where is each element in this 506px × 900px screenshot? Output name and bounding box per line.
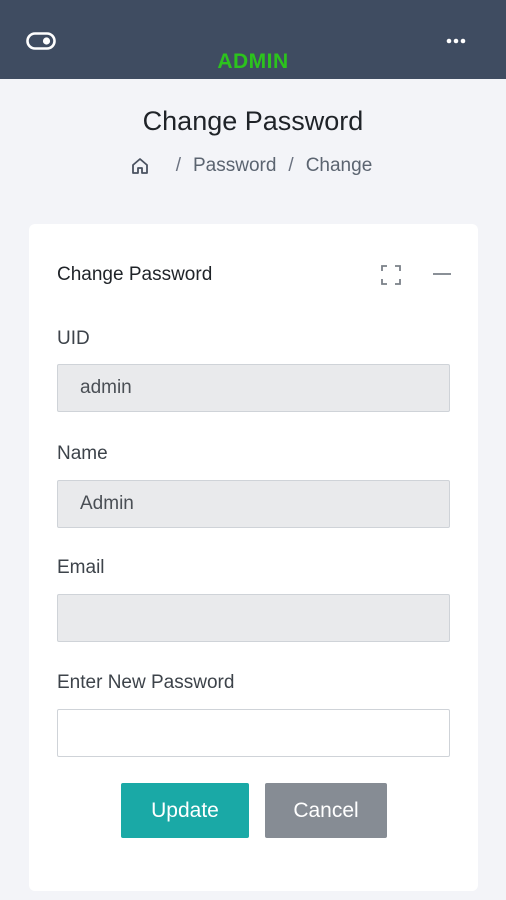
new-password-label: Enter New Password (57, 672, 235, 693)
breadcrumb-separator: / (175, 155, 181, 176)
new-password-field[interactable] (57, 709, 450, 757)
breadcrumb-item-change: Change (305, 155, 373, 176)
email-field (57, 594, 450, 642)
more-horizontal-icon[interactable] (446, 36, 466, 46)
top-bar: ADMIN (0, 0, 506, 79)
cancel-button[interactable]: Cancel (265, 783, 387, 838)
breadcrumb-separator: / (288, 155, 294, 176)
brand-logo-text: ADMIN (217, 50, 289, 73)
page-title: Change Password (142, 106, 364, 136)
minus-icon[interactable] (432, 271, 452, 277)
breadcrumb-item-password[interactable]: Password (193, 155, 276, 177)
home-icon[interactable] (130, 156, 150, 176)
uid-label: UID (57, 328, 90, 349)
change-password-card: Change Password UID Name Email Enter New… (29, 224, 478, 891)
expand-icon[interactable] (380, 264, 402, 286)
breadcrumb: / Password / Change (0, 155, 506, 177)
name-field (57, 480, 450, 528)
update-button[interactable]: Update (121, 783, 249, 838)
toggle-icon[interactable] (26, 32, 56, 50)
uid-field (57, 364, 450, 412)
name-label: Name (57, 443, 108, 464)
email-label: Email (57, 557, 105, 578)
card-title: Change Password (57, 264, 213, 285)
